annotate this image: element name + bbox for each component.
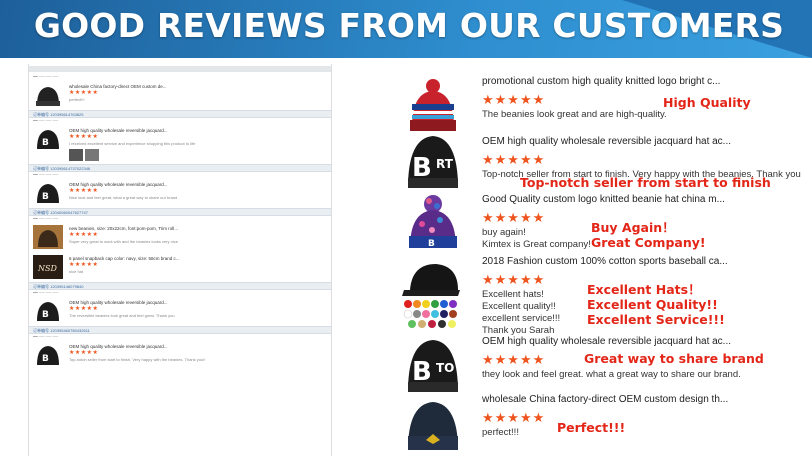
product-title: wholesale China factory-direct OEM custo… [482,394,729,405]
beanie-thumbnail [33,83,63,107]
review-item: wholesale China factory-direct OEM custo… [400,392,810,454]
order-header: 订单编号 12040060047627747 [29,208,331,216]
highlight-callout: Top-notch seller from start to finish [520,175,771,190]
review-block: 订单编号 120395146079840 ━━ ── ── ── B OEM h… [29,282,331,326]
review-item: B TO OEM high quality wholesale reversib… [400,334,810,396]
review-entry: B OEM high quality wholesale reversible … [29,296,331,326]
highlight-callout: Great Company! [591,235,706,250]
entry-text: nice hat [69,269,84,274]
rating-stars: ★★★★★ [482,410,546,425]
svg-text:NSD: NSD [37,264,57,273]
review-block: 订单编号 120395460780432611 ━━ ── ── ── B OE… [29,326,331,370]
svg-text:B: B [428,239,435,249]
header-banner: GOOD REVIEWS FROM OUR CUSTOMERS [0,0,812,58]
svg-text:B: B [412,153,432,183]
svg-text:TO: TO [436,361,454,375]
review-text: they look and feel great. what a great w… [482,369,741,380]
photo-strip [69,149,195,161]
beanie-photo [400,78,466,138]
review-item: promotional custom high quality knitted … [400,72,810,132]
banner-title: GOOD REVIEWS FROM OUR CUSTOMERS [33,6,785,45]
svg-text:B: B [42,310,49,320]
entry-title: wholesale China factory-direct OEM custo… [69,84,167,89]
panel-top-bar [29,66,331,72]
entry-stars: ★★★★★ [69,350,99,356]
entry-text: The reversible beanies look great and fe… [69,313,175,318]
beanie-photo [400,396,466,456]
entry-stars: ★★★★★ [69,188,99,194]
beanie-photo: B [400,194,466,254]
beanie-thumbnail: B [33,299,63,323]
order-reviews-screenshot: ━━ ── ── ── wholesale China factory-dire… [28,64,332,456]
highlight-callout: Excellent Quality!! [587,297,718,312]
product-title: Good Quality custom logo knitted beanie … [482,194,725,205]
beanie-thumbnail [33,225,63,249]
highlight-callout: Buy Again！ [591,220,675,235]
entry-stars: ★★★★★ [69,134,99,140]
review-entry: NSD 6 panel snapback cap color: navy, si… [29,252,331,282]
entry-text: perfect!!! [69,97,85,102]
highlight-callout: Excellent Hats！ [587,282,701,297]
review-item: B RT OEM high quality wholesale reversib… [400,132,810,194]
order-header: 订单编号 120395146079840 [29,282,331,290]
review-content: promotional custom high quality knitted … [482,76,802,121]
review-text: perfect!!! [482,427,519,438]
order-header: 订单编号 120395614763825 [29,110,331,118]
entry-title: OEM high quality wholesale reversible ja… [69,300,168,305]
svg-text:B: B [42,354,49,364]
rating-stars: ★★★★★ [482,92,546,107]
review-text: The beanies look great and are high-qual… [482,109,667,120]
svg-text:B: B [412,357,432,387]
product-title: OEM high quality wholesale reversible ja… [482,136,732,147]
rating-stars: ★★★★★ [482,152,546,167]
entry-stars: ★★★★★ [69,90,99,96]
highlight-callout: Perfect!!! [557,420,626,435]
beanie-thumbnail: B [33,343,63,367]
product-title: 2018 Fashion custom 100% cotton sports b… [482,256,728,267]
review-entry: new beanies, size: 20x22cm, font:pom-pom… [29,222,331,252]
svg-text:RT: RT [436,157,454,171]
order-header: 订单编号 120395460780432611 [29,326,331,334]
beanie-photo: B TO [400,336,466,396]
photo-thumbnail [85,149,99,161]
review-entry: wholesale China factory-direct OEM custo… [29,80,331,110]
highlight-callout: High Quality [663,95,751,110]
review-entry: B OEM high quality wholesale reversible … [29,124,331,164]
entry-title: OEM high quality wholesale reversible ja… [69,128,168,133]
entry-stars: ★★★★★ [69,306,99,312]
beanie-thumbnail: B [33,181,63,205]
order-header: 订单编号 120395614737022346 [29,164,331,172]
cap-photo [400,256,466,332]
highlighted-reviews: promotional custom high quality knitted … [400,72,810,456]
review-content: wholesale China factory-direct OEM custo… [482,394,802,439]
entry-title: new beanies, size: 20x22cm, font:pom-pom… [69,226,179,231]
review-item: B Good Quality custom logo knitted beani… [400,194,810,254]
review-entry: B OEM high quality wholesale reversible … [29,340,331,370]
entry-text: I received excellent service and experie… [69,141,196,146]
entry-stars: ★★★★★ [69,262,99,268]
highlight-callout: Excellent Service!!! [587,312,725,327]
review-block: 订单编号 120395614737022346 ━━ ── ── ── B OE… [29,164,331,208]
svg-text:B: B [42,138,49,148]
highlight-callout: Great way to share brand [584,351,764,366]
svg-text:B: B [42,192,49,202]
beanie-photo: B RT [400,132,466,192]
review-block: 订单编号 120395614763825 ━━ ── ── ── B OEM h… [29,110,331,164]
cap-thumbnail: NSD [33,255,63,279]
entry-title: OEM high quality wholesale reversible ja… [69,344,168,349]
review-block: 订单编号 12040060047627747 ━━ ── ── ── new b… [29,208,331,282]
entry-title: 6 panel snapback cap color: navy, size: … [69,256,180,261]
review-entry: B OEM high quality wholesale reversible … [29,178,331,208]
entry-text: Nice look and feel great, what a great w… [69,195,178,200]
entry-text: Super very great to work with and the be… [69,239,178,244]
entry-title: OEM high quality wholesale reversible ja… [69,182,168,187]
entry-stars: ★★★★★ [69,232,99,238]
product-title: OEM high quality wholesale reversible ja… [482,336,732,347]
entry-text: Top-notch seller from start to finish. V… [69,357,206,362]
beanie-thumbnail: B [33,127,63,151]
photo-thumbnail [69,149,83,161]
product-title: promotional custom high quality knitted … [482,76,721,87]
